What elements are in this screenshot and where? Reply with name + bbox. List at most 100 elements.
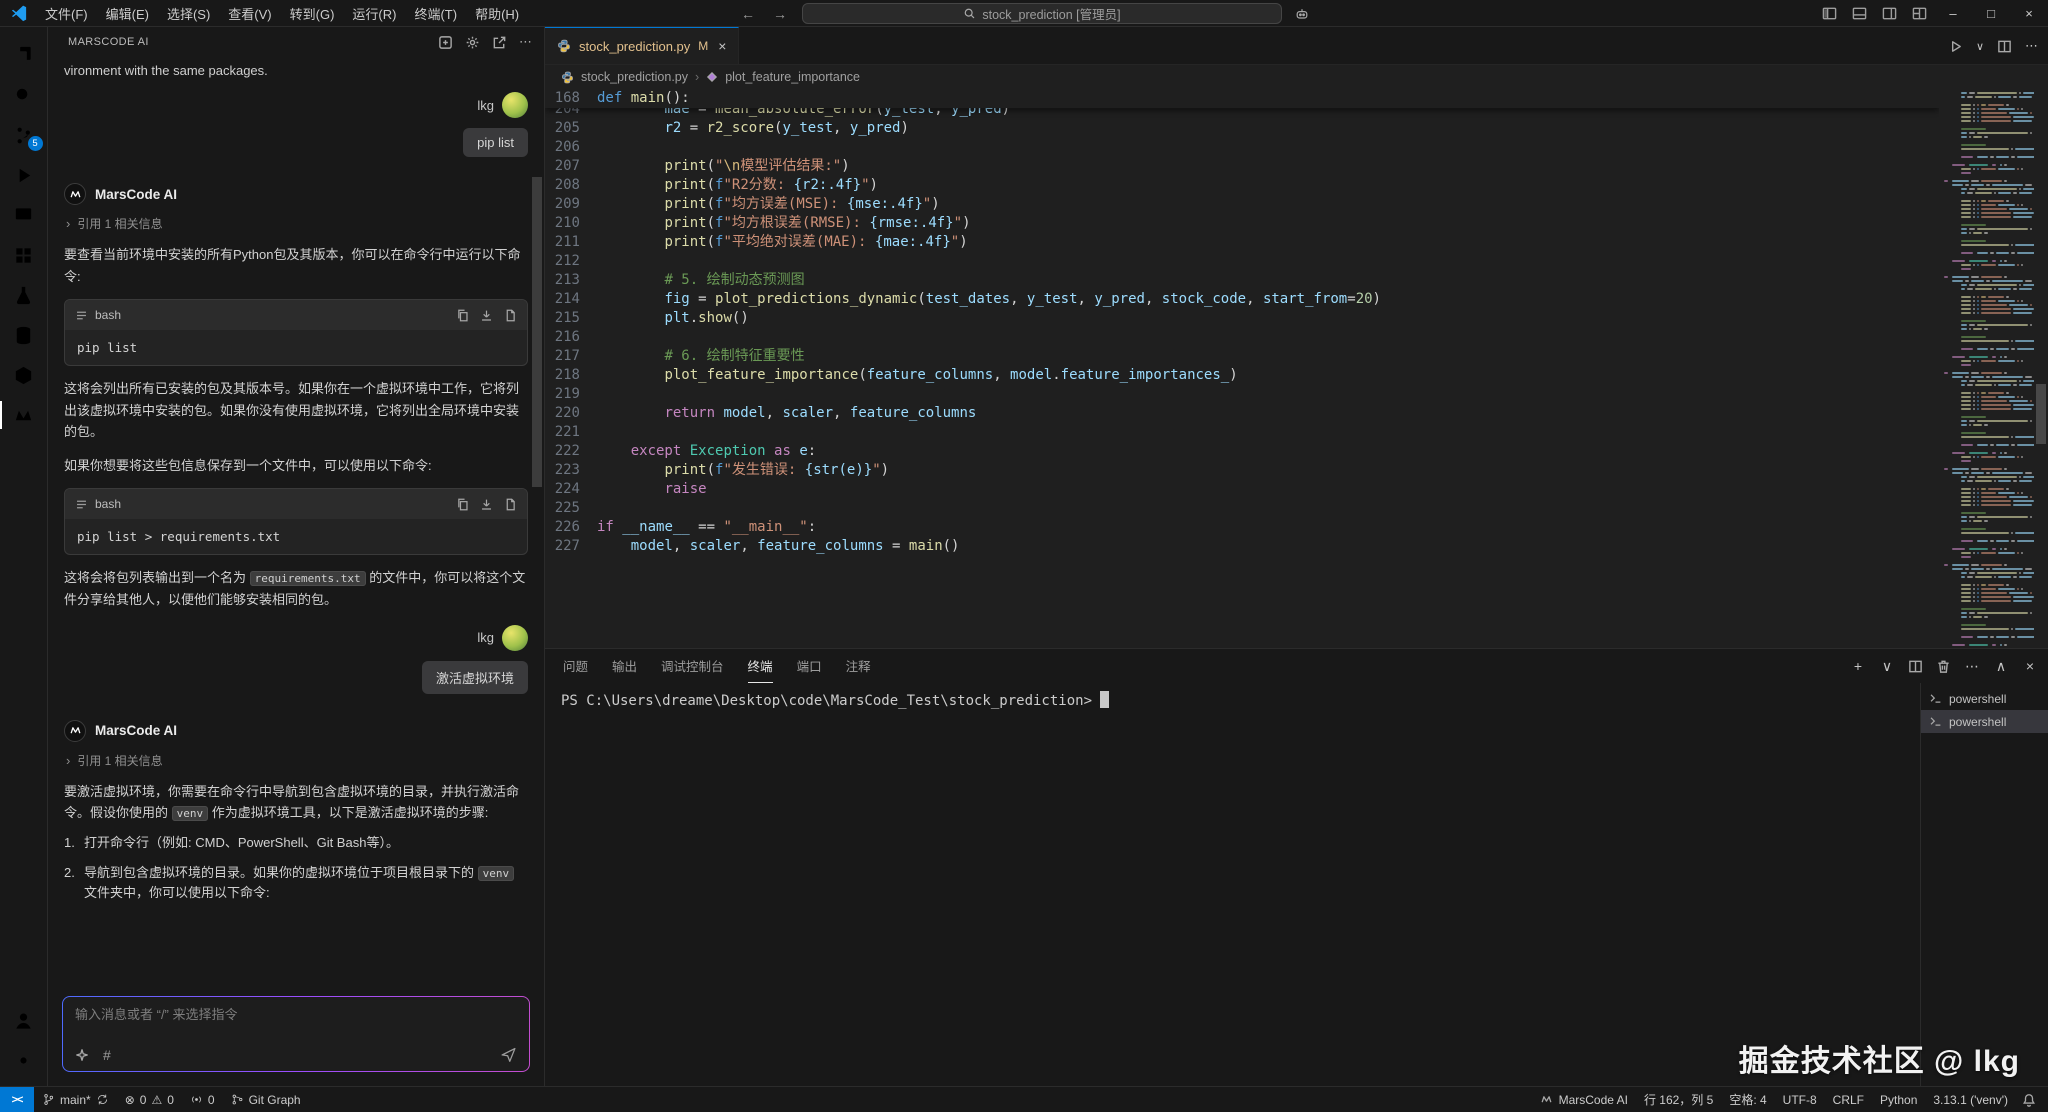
- skill-sparkle-icon[interactable]: [75, 1048, 89, 1062]
- customize-layout-icon[interactable]: [1904, 0, 1934, 27]
- terminal-instance[interactable]: powershell: [1921, 687, 2048, 710]
- terminal[interactable]: PS C:\Users\dreame\Desktop\code\MarsCode…: [545, 683, 1920, 1086]
- menu-item[interactable]: 文件(F): [36, 1, 97, 26]
- code-line[interactable]: 213 # 5. 绘制动态预测图: [545, 271, 1939, 290]
- git-branch-indicator[interactable]: main*: [34, 1087, 117, 1112]
- status-item[interactable]: MarsCode AI: [1532, 1087, 1636, 1112]
- menu-item[interactable]: 转到(G): [281, 1, 344, 26]
- tab-stock-prediction[interactable]: stock_prediction.py M ×: [545, 27, 739, 64]
- code-line[interactable]: 207 print("\n模型评估结果:"): [545, 157, 1939, 176]
- panel-tab[interactable]: 端口: [797, 649, 822, 683]
- menu-item[interactable]: 编辑(E): [97, 1, 158, 26]
- share-icon[interactable]: [492, 34, 507, 50]
- code-line[interactable]: 212: [545, 252, 1939, 271]
- chat-settings-gear-icon[interactable]: [465, 34, 480, 50]
- code-line[interactable]: 216: [545, 328, 1939, 347]
- code-line[interactable]: 205 r2 = r2_score(y_test, y_pred): [545, 119, 1939, 138]
- marscode-ai-icon[interactable]: [0, 395, 48, 435]
- chat-input[interactable]: [75, 1007, 517, 1022]
- source-control-icon[interactable]: 5: [0, 115, 48, 155]
- sticky-scroll-line[interactable]: 168 def main():: [545, 89, 1939, 108]
- status-item[interactable]: UTF-8: [1775, 1087, 1825, 1112]
- code-line[interactable]: 206: [545, 138, 1939, 157]
- copilot-icon[interactable]: [1294, 6, 1310, 22]
- search-sidebar-icon[interactable]: [0, 75, 48, 115]
- broadcast-indicator[interactable]: 0: [182, 1087, 223, 1112]
- reference-toggle[interactable]: ›引用 1 相关信息: [66, 752, 528, 769]
- run-dropdown-chevron-icon[interactable]: ∨: [1976, 40, 1984, 53]
- terminal-instance[interactable]: powershell: [1921, 710, 2048, 733]
- forward-button[interactable]: →: [770, 6, 790, 22]
- status-item[interactable]: 3.13.1 ('venv'): [1925, 1087, 2016, 1112]
- extensions-icon[interactable]: [0, 235, 48, 275]
- menu-item[interactable]: 运行(R): [343, 1, 405, 26]
- package-extension-icon[interactable]: [0, 355, 48, 395]
- run-python-file-icon[interactable]: [1948, 39, 1963, 54]
- copy-icon[interactable]: [456, 309, 469, 322]
- code-editor[interactable]: 168 def main(): 204 mae = mean_absolute_…: [545, 89, 2048, 648]
- new-file-icon[interactable]: [504, 498, 517, 511]
- git-graph-button[interactable]: Git Graph: [223, 1087, 309, 1112]
- insert-code-icon[interactable]: [480, 498, 493, 511]
- code-line[interactable]: 218 plot_feature_importance(feature_colu…: [545, 366, 1939, 385]
- maximize-panel-chevron-icon[interactable]: ∧: [1993, 658, 2009, 675]
- code-line[interactable]: 223 print(f"发生错误: {str(e)}"): [545, 461, 1939, 480]
- menu-item[interactable]: 查看(V): [219, 1, 280, 26]
- database-extension-icon[interactable]: [0, 315, 48, 355]
- editor-scrollbar[interactable]: [2034, 89, 2048, 648]
- back-button[interactable]: ←: [738, 6, 758, 22]
- new-file-icon[interactable]: [504, 309, 517, 322]
- code-line[interactable]: 211 print(f"平均绝对误差(MAE): {mae:.4f}"): [545, 233, 1939, 252]
- panel-tab[interactable]: 问题: [563, 649, 588, 683]
- status-item[interactable]: 行 162，列 5: [1636, 1087, 1721, 1112]
- explorer-icon[interactable]: [0, 35, 48, 75]
- code-line[interactable]: 217 # 6. 绘制特征重要性: [545, 347, 1939, 366]
- close-panel-icon[interactable]: ×: [2022, 658, 2038, 674]
- code-line[interactable]: 224 raise: [545, 480, 1939, 499]
- status-item[interactable]: 空格: 4: [1721, 1087, 1774, 1112]
- panel-more-icon[interactable]: ⋯: [1964, 658, 1980, 675]
- code-line[interactable]: 226if __name__ == "__main__":: [545, 518, 1939, 537]
- status-item[interactable]: CRLF: [1825, 1087, 1872, 1112]
- remote-explorer-icon[interactable]: [0, 195, 48, 235]
- toggle-panel-icon[interactable]: [1844, 0, 1874, 27]
- notifications-bell-icon[interactable]: [2016, 1087, 2048, 1112]
- breadcrumb-file[interactable]: stock_prediction.py: [581, 70, 688, 84]
- panel-tab[interactable]: 输出: [612, 649, 637, 683]
- editor-more-icon[interactable]: ⋯: [2025, 38, 2038, 54]
- more-icon[interactable]: ⋯: [519, 34, 532, 50]
- accounts-icon[interactable]: [0, 1000, 48, 1040]
- panel-tab[interactable]: 终端: [748, 649, 773, 683]
- menu-item[interactable]: 终端(T): [405, 1, 466, 26]
- editor-scrollbar-thumb[interactable]: [2036, 384, 2046, 444]
- minimap[interactable]: [1939, 89, 2034, 648]
- command-center-search[interactable]: stock_prediction [管理员]: [802, 3, 1282, 24]
- problems-indicator[interactable]: ⊗ 0 ⚠ 0: [117, 1087, 182, 1112]
- terminal-dropdown-chevron-icon[interactable]: ∨: [1879, 658, 1895, 675]
- insert-code-icon[interactable]: [480, 309, 493, 322]
- toggle-sidebar-icon[interactable]: [1814, 0, 1844, 27]
- code-line[interactable]: 222 except Exception as e:: [545, 442, 1939, 461]
- testing-icon[interactable]: [0, 275, 48, 315]
- context-hash-icon[interactable]: #: [103, 1047, 111, 1063]
- code-line[interactable]: 210 print(f"均方根误差(RMSE): {rmse:.4f}"): [545, 214, 1939, 233]
- panel-tab[interactable]: 注释: [846, 649, 871, 683]
- chat-scrollbar[interactable]: [532, 177, 542, 487]
- run-debug-icon[interactable]: [0, 155, 48, 195]
- new-terminal-icon[interactable]: +: [1850, 658, 1866, 674]
- reference-toggle[interactable]: ›引用 1 相关信息: [66, 215, 528, 232]
- kill-terminal-trash-icon[interactable]: [1936, 659, 1951, 674]
- send-icon[interactable]: [500, 1046, 517, 1063]
- code-line[interactable]: 221: [545, 423, 1939, 442]
- close-button[interactable]: ×: [2010, 0, 2048, 27]
- breadcrumb-symbol[interactable]: plot_feature_importance: [725, 70, 860, 84]
- code-line[interactable]: 209 print(f"均方误差(MSE): {mse:.4f}"): [545, 195, 1939, 214]
- chat-input-box[interactable]: #: [62, 996, 530, 1072]
- toggle-secondary-sidebar-icon[interactable]: [1874, 0, 1904, 27]
- code-line[interactable]: 214 fig = plot_predictions_dynamic(test_…: [545, 290, 1939, 309]
- maximize-button[interactable]: □: [1972, 0, 2010, 27]
- remote-indicator[interactable]: ><: [0, 1087, 34, 1112]
- code-line[interactable]: 220 return model, scaler, feature_column…: [545, 404, 1939, 423]
- code-line[interactable]: 227 model, scaler, feature_columns = mai…: [545, 537, 1939, 556]
- code-line[interactable]: 219: [545, 385, 1939, 404]
